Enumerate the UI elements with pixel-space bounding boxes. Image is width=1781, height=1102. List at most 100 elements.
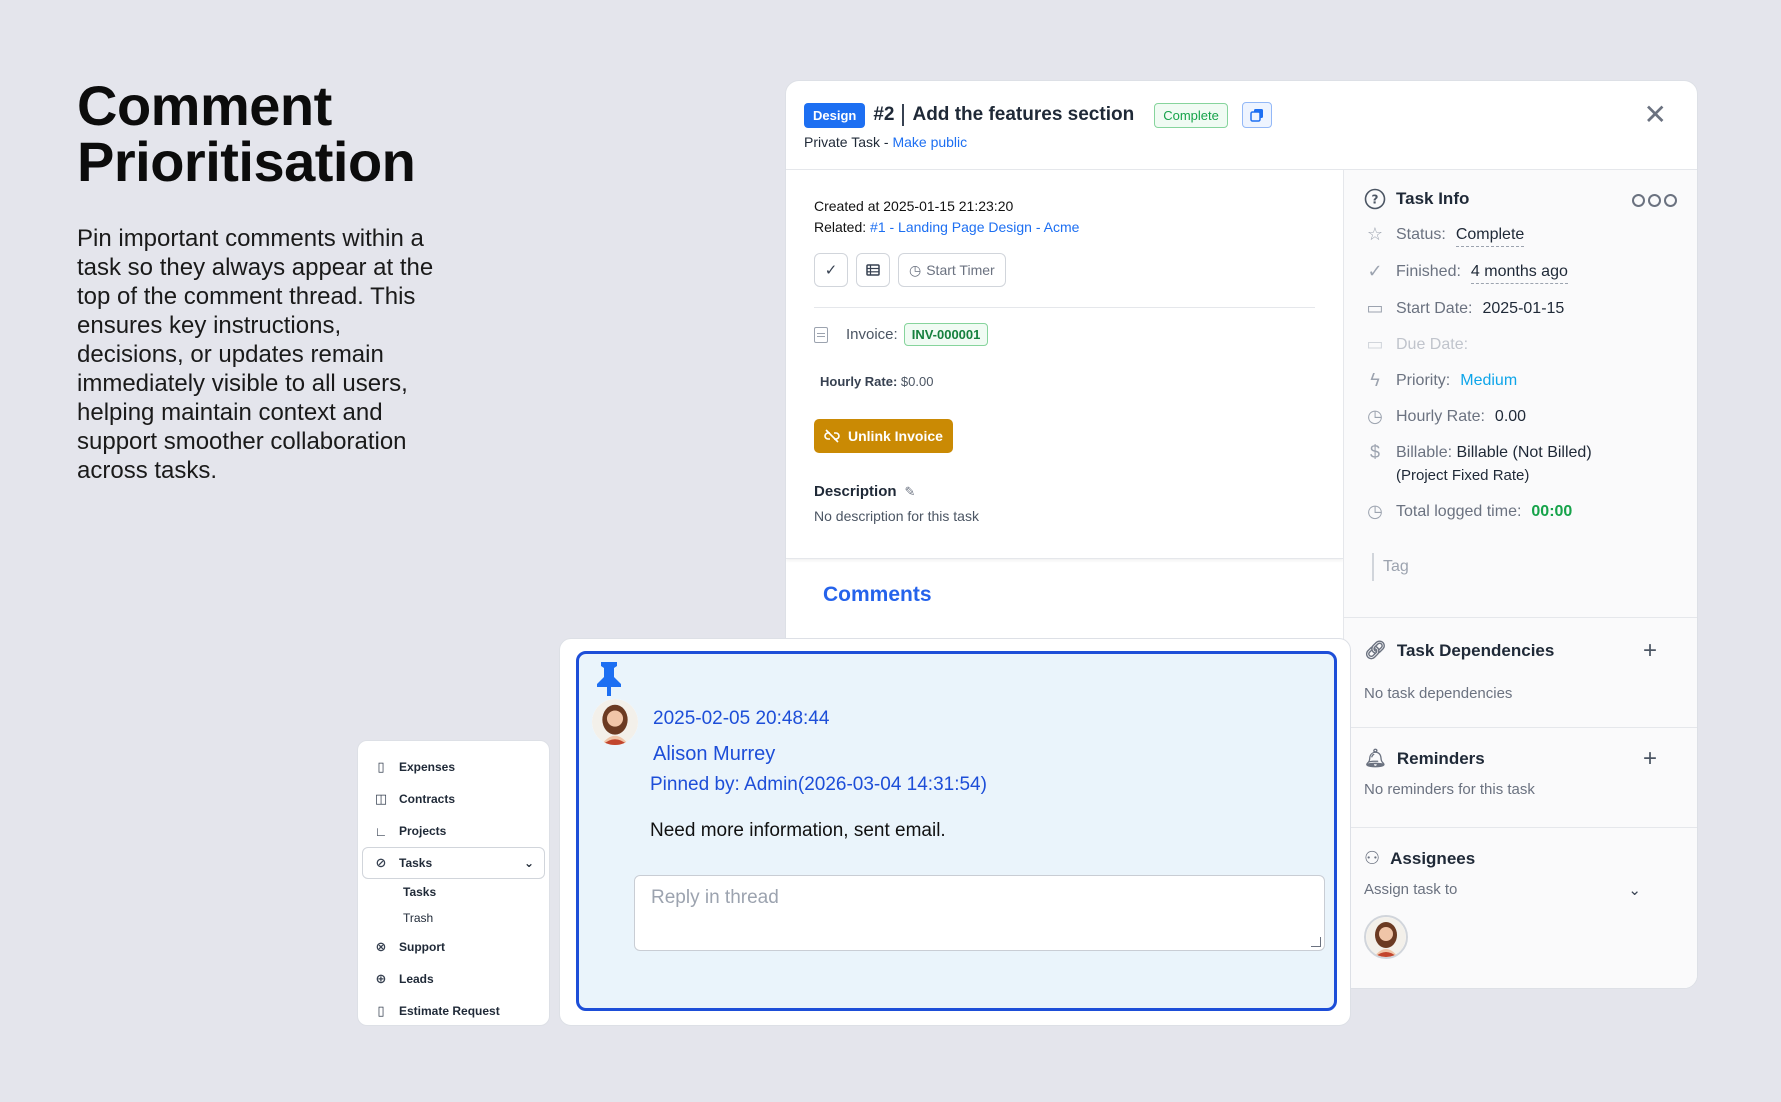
dollar-icon: $: [1369, 442, 1380, 462]
hourly-rate-value: $0.00: [900, 374, 934, 389]
clock-icon: ◷: [1367, 406, 1383, 426]
description-text: No description for this task: [814, 508, 979, 524]
sidebar-item-support[interactable]: ⊗ Support: [358, 931, 549, 963]
logged-time-value: 00:00: [1531, 503, 1573, 520]
assign-placeholder: Assign task to: [1364, 881, 1458, 898]
file-icon: ▯: [377, 759, 385, 774]
sidebar-item-leads[interactable]: ⊕ Leads: [358, 963, 549, 995]
make-public-link[interactable]: Make public: [892, 134, 967, 150]
comment-author[interactable]: Alison Murrey: [653, 743, 775, 766]
sidebar-item-tasks[interactable]: ⊘ Tasks ⌄: [362, 847, 545, 879]
sidebar-item-label: Expenses: [399, 760, 456, 774]
finished-label: Finished:: [1396, 263, 1461, 280]
checklist-button[interactable]: [856, 253, 890, 287]
dependencies-empty: No task dependencies: [1364, 685, 1513, 702]
start-date-label: Start Date:: [1396, 300, 1473, 317]
close-icon[interactable]: ✕: [1644, 101, 1667, 129]
task-info-column: ? Task Info ☆ Status: Complete ✓ Finished: 4…: [1343, 170, 1697, 988]
pinned-comment: 2025-02-05 20:48:44 Alison Murrey Pinned…: [576, 651, 1337, 1011]
reminders-heading: 🔔︎ Reminders +: [1364, 745, 1679, 772]
comment-text: Need more information, sent email.: [650, 820, 946, 841]
created-value: 2025-01-15 21:23:20: [883, 198, 1014, 214]
task-info-title: Task Info: [1396, 189, 1470, 208]
assignees-section: ⚇ Assignees Assign task to ⌄: [1344, 828, 1697, 988]
due-date-label[interactable]: Due Date:: [1396, 333, 1468, 356]
status-value[interactable]: Complete: [1455, 223, 1525, 247]
divider: [814, 307, 1315, 308]
comments-title: Comments: [823, 583, 932, 606]
task-header: Design #2 Add the features section Compl…: [786, 81, 1697, 170]
chevron-down-icon: ⌄: [1628, 882, 1641, 899]
lightning-icon: ϟ: [1370, 370, 1380, 390]
pinned-by-label: Pinned by: Admin(2026-03-04 14:31:54): [650, 774, 987, 795]
document-icon: [814, 326, 828, 343]
created-label: Created at: [814, 198, 880, 214]
billable-row: $ Billable: Billable (Not Billed) (Project…: [1364, 441, 1679, 487]
add-dependency-icon[interactable]: +: [1643, 637, 1657, 665]
billable-label: Billable:: [1396, 444, 1453, 461]
more-options-icon[interactable]: [1632, 194, 1677, 207]
dependencies-section: 🔗︎ Task Dependencies + No task dependenc…: [1344, 618, 1697, 728]
assignee-avatar[interactable]: [1364, 915, 1408, 959]
logged-time-row: ◷ Total logged time: 00:00: [1364, 500, 1679, 523]
sidebar-item-contracts[interactable]: ◫ Contracts: [358, 783, 549, 815]
priority-value[interactable]: Medium: [1460, 369, 1517, 392]
copy-icon: [1250, 109, 1263, 122]
start-timer-label: Start Timer: [926, 262, 995, 278]
visibility-label: Private Task: [804, 134, 880, 150]
visibility-sep: -: [880, 134, 893, 150]
bell-icon: 🔔︎: [1364, 748, 1387, 768]
clock-icon: ◷: [909, 261, 922, 278]
related-link[interactable]: #1 - Landing Page Design - Acme: [870, 219, 1079, 235]
person-avatar-icon: [1366, 917, 1406, 957]
description-heading: Description ✎: [814, 483, 1315, 500]
status-badge: Complete: [1154, 102, 1228, 128]
sidebar-item-label: Contracts: [399, 792, 456, 806]
sidebar-item-label: Tasks: [399, 856, 433, 870]
question-circle-icon: ?: [1364, 188, 1386, 210]
copy-task-button[interactable]: [1241, 102, 1272, 128]
start-date-value[interactable]: 2025-01-15: [1482, 297, 1564, 320]
sidebar-subitem-trash[interactable]: Trash: [358, 905, 549, 931]
pin-icon[interactable]: [594, 660, 624, 698]
sidebar-item-label: Leads: [399, 972, 434, 986]
add-reminder-icon[interactable]: +: [1643, 745, 1657, 773]
edit-icon[interactable]: ✎: [905, 484, 916, 500]
status-row: ☆ Status: Complete: [1364, 223, 1679, 247]
hourly-rate-info-label: Hourly Rate:: [1396, 408, 1485, 425]
created-row: Created at 2025-01-15 21:23:20: [814, 196, 1315, 217]
assign-select[interactable]: Assign task to ⌄: [1364, 881, 1679, 899]
unlink-icon: [824, 429, 840, 443]
unlink-invoice-button[interactable]: Unlink Invoice: [814, 419, 953, 453]
sidebar-subitem-tasks[interactable]: Tasks: [358, 879, 549, 905]
task-action-row: ✓ ◷ Start Timer: [814, 253, 1315, 287]
svg-text:?: ?: [1372, 193, 1379, 207]
title-divider: [902, 104, 905, 126]
calendar-check-icon: ▭: [1366, 334, 1384, 354]
tag-input[interactable]: Tag: [1372, 553, 1679, 581]
due-date-row: ▭ Due Date:: [1364, 333, 1679, 356]
sidebar-item-estimate-request[interactable]: ▯ Estimate Request: [358, 995, 549, 1027]
status-label: Status:: [1396, 226, 1446, 243]
start-timer-button[interactable]: ◷ Start Timer: [898, 253, 1006, 287]
crosshair-icon: ⊕: [375, 971, 387, 986]
assignees-title: Assignees: [1390, 848, 1476, 868]
task-number: #2: [873, 104, 895, 125]
sidebar-item-expenses[interactable]: ▯ Expenses: [358, 751, 549, 783]
resize-handle[interactable]: [1311, 937, 1321, 947]
mark-complete-button[interactable]: ✓: [814, 253, 848, 287]
link-icon: 🔗︎: [1364, 640, 1387, 660]
priority-label: Priority:: [1396, 372, 1451, 389]
task-title: Add the features section: [912, 104, 1135, 125]
invoice-badge[interactable]: INV-000001: [903, 323, 989, 346]
sidebar-item-projects[interactable]: ∟ Projects: [358, 815, 549, 847]
related-label: Related:: [814, 219, 867, 235]
clock-icon: ◷: [1367, 501, 1383, 521]
hourly-rate-row: Hourly Rate: $0.00: [820, 374, 1315, 389]
sidebar-item-label: Support: [399, 940, 445, 954]
description-title: Description: [814, 483, 897, 500]
invoice-row: Invoice: INV-000001: [814, 323, 1315, 346]
reply-input[interactable]: Reply in thread: [634, 875, 1325, 951]
sidebar-item-label: Projects: [399, 824, 447, 838]
check-icon: ✓: [824, 262, 838, 279]
